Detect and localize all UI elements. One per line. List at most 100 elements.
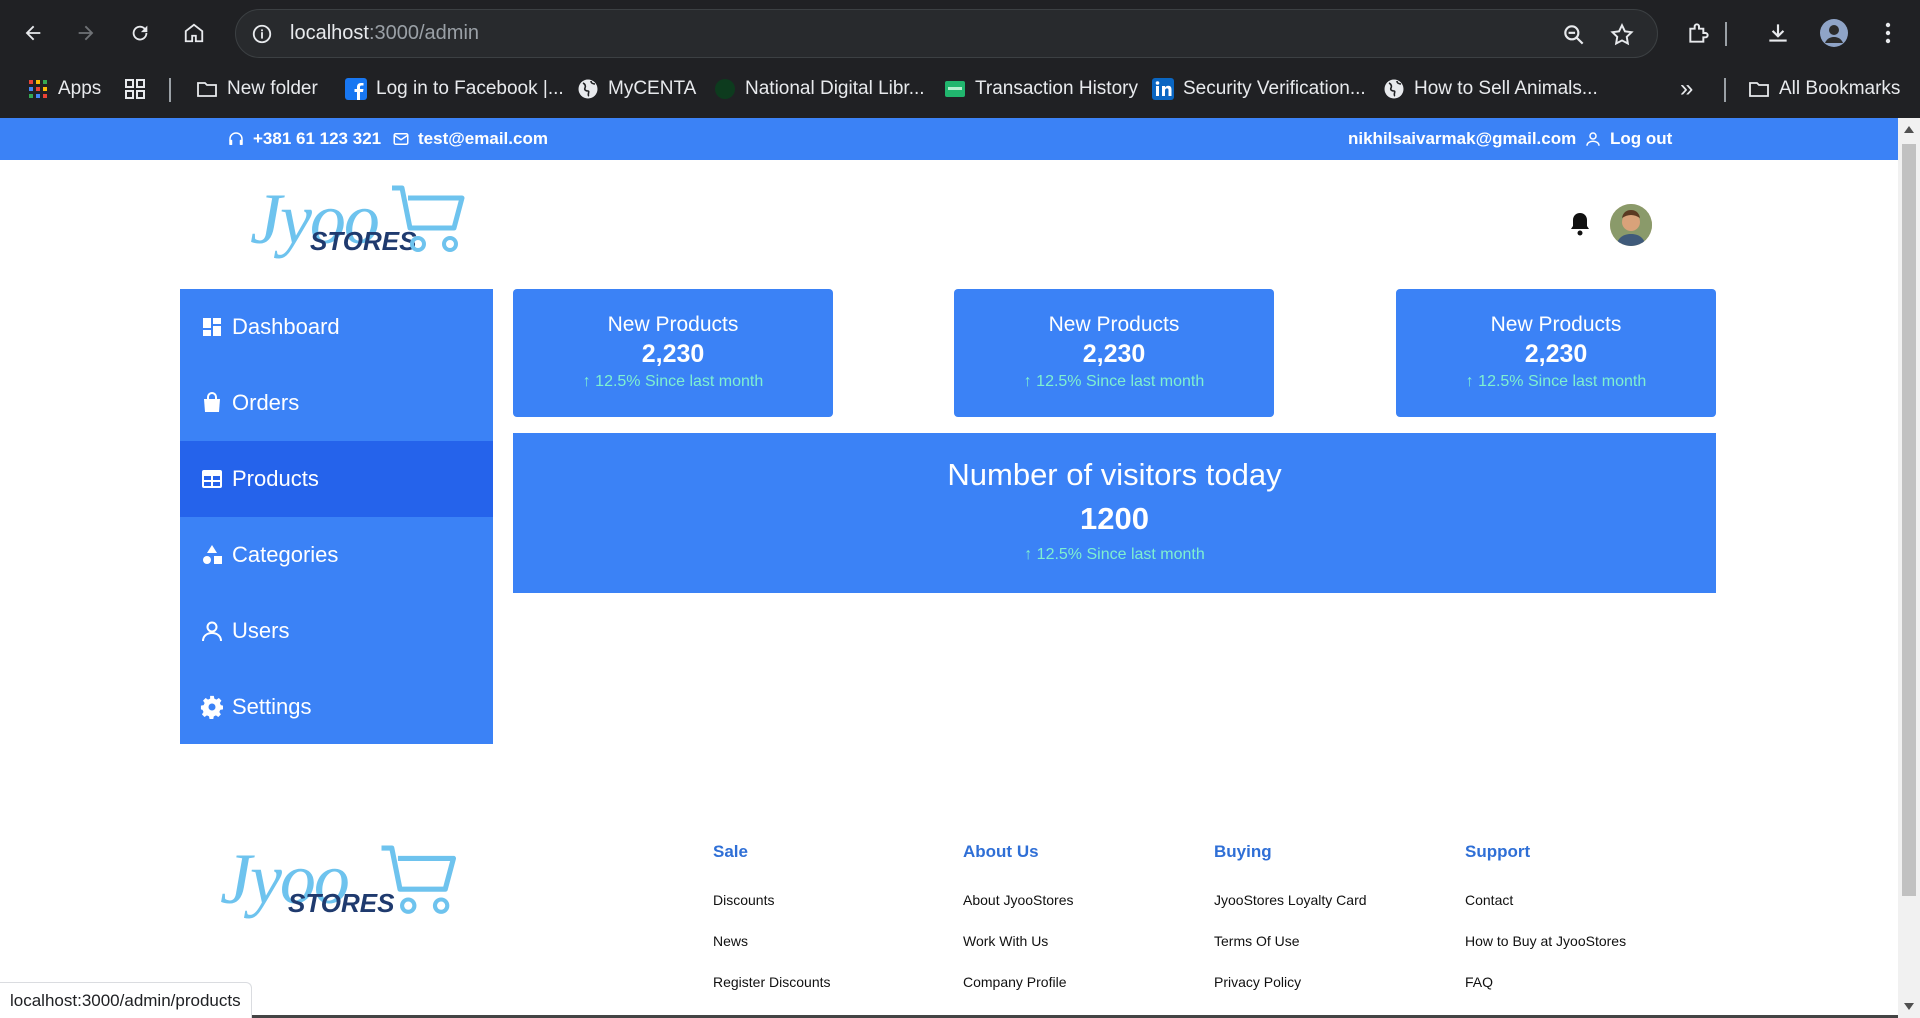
- sidebar-item-orders[interactable]: Orders: [180, 365, 493, 441]
- bookmark-label: How to Sell Animals...: [1414, 78, 1598, 99]
- sidebar-item-label: Dashboard: [232, 314, 340, 339]
- shopping-bag-icon: [204, 392, 220, 412]
- forward-arrow-icon: [78, 25, 94, 41]
- visitors-value: 1200: [1080, 501, 1149, 536]
- chrome-menu-button[interactable]: [1872, 17, 1904, 49]
- url-path: :3000/admin: [368, 22, 480, 44]
- address-bar[interactable]: localhost:3000/admin: [235, 9, 1658, 58]
- linkedin-icon: [1152, 78, 1174, 100]
- folder-icon: [1749, 82, 1769, 97]
- bookmark-mycenta[interactable]: MyCENTA: [577, 76, 696, 102]
- avatar[interactable]: [1610, 204, 1652, 246]
- footer-link[interactable]: Register Discounts: [713, 974, 831, 990]
- puzzle-icon: [1689, 23, 1709, 43]
- footer-link[interactable]: Privacy Policy: [1214, 974, 1301, 990]
- folder-icon: [197, 82, 217, 97]
- stat-value: 2,230: [641, 340, 705, 368]
- footer-column-about: About Us About JyooStores Work With Us C…: [963, 842, 1074, 990]
- kebab-menu-icon: [1885, 22, 1891, 44]
- back-button[interactable]: [17, 17, 49, 49]
- footer-heading: About Us: [963, 842, 1039, 861]
- bookmark-transaction-history[interactable]: Transaction History: [944, 76, 1138, 102]
- bookmark-tab-groups[interactable]: [124, 76, 146, 102]
- shapes-icon: [203, 545, 222, 564]
- bookmarks-bar: Apps New folder Log in to Facebook |... …: [0, 70, 1920, 107]
- visitors-card: Number of visitors today 1200 ↑ 12.5% Si…: [513, 433, 1716, 593]
- stat-value: 2,230: [1082, 340, 1146, 368]
- footer-column-support: Support Contact How to Buy at JyooStores…: [1465, 842, 1626, 990]
- extensions-button[interactable]: [1683, 17, 1715, 49]
- table-icon: [202, 470, 222, 488]
- reload-button[interactable]: [124, 17, 156, 49]
- footer-link[interactable]: Work With Us: [963, 933, 1048, 949]
- bookmark-apps[interactable]: Apps: [27, 76, 101, 102]
- footer-link[interactable]: News: [713, 933, 748, 949]
- bookmark-label: Transaction History: [975, 78, 1138, 99]
- footer-link[interactable]: JyooStores Loyalty Card: [1214, 892, 1367, 908]
- url-host: localhost: [290, 22, 369, 44]
- page-scrollbar[interactable]: [1898, 118, 1920, 1018]
- sidebar-item-categories[interactable]: Categories: [180, 517, 493, 593]
- stat-label: New Products: [1048, 313, 1180, 336]
- site-info-icon[interactable]: [251, 23, 273, 45]
- home-button[interactable]: [178, 17, 210, 49]
- footer-logo[interactable]: Jyoo STORES: [220, 838, 460, 928]
- scroll-thumb[interactable]: [1902, 144, 1916, 896]
- footer-link[interactable]: FAQ: [1465, 974, 1493, 990]
- sidebar-item-users[interactable]: Users: [180, 593, 493, 669]
- phone-contact[interactable]: +381 61 123 321: [227, 129, 381, 149]
- bookmark-label: Security Verification...: [1183, 78, 1366, 99]
- stat-change: ↑ 12.5% Since last month: [1465, 373, 1647, 390]
- tab-groups-icon: [125, 79, 145, 99]
- footer-link[interactable]: Terms Of Use: [1214, 933, 1300, 949]
- sheet-icon: [945, 81, 965, 97]
- sidebar-item-products[interactable]: Products: [180, 441, 493, 517]
- stat-change: ↑ 12.5% Since last month: [582, 373, 764, 390]
- dashboard-icon: [203, 318, 221, 336]
- stat-card: New Products 2,230 ↑ 12.5% Since last mo…: [954, 289, 1274, 417]
- stat-card: New Products 2,230 ↑ 12.5% Since last mo…: [513, 289, 833, 417]
- email-contact[interactable]: test@email.com: [392, 129, 548, 149]
- bookmark-label: All Bookmarks: [1779, 78, 1901, 99]
- bookmark-facebook[interactable]: Log in to Facebook |...: [345, 76, 564, 102]
- profile-button[interactable]: [1818, 17, 1850, 49]
- sidebar-item-settings[interactable]: Settings: [180, 669, 493, 745]
- apps-grid-icon: [29, 80, 47, 98]
- scroll-down-icon[interactable]: [1904, 1003, 1914, 1010]
- toolbar-divider: [1725, 22, 1727, 46]
- bookmark-linkedin[interactable]: Security Verification...: [1152, 76, 1366, 102]
- user-email: nikhilsaivarmak@gmail.com: [1348, 129, 1576, 149]
- scroll-up-icon[interactable]: [1904, 126, 1914, 133]
- footer-heading: Support: [1465, 842, 1531, 861]
- bookmark-ndl[interactable]: National Digital Libr...: [714, 76, 925, 102]
- footer-column-sale: Sale Discounts News Register Discounts: [713, 842, 831, 990]
- bookmarks-overflow-button[interactable]: »: [1680, 75, 1694, 102]
- footer-link[interactable]: Contact: [1465, 892, 1513, 908]
- bell-icon[interactable]: [1568, 211, 1592, 237]
- footer-link[interactable]: How to Buy at JyooStores: [1465, 933, 1626, 949]
- chevron-double-right-icon: »: [1680, 75, 1694, 102]
- phone-number: +381 61 123 321: [253, 129, 382, 148]
- url-text: localhost:3000/admin: [290, 22, 479, 45]
- bookmark-star-icon[interactable]: [1609, 22, 1635, 48]
- jyoo-stores-logo[interactable]: Jyoo STORES: [250, 178, 465, 268]
- headphones-icon: [229, 132, 243, 145]
- user-outline-icon: [1586, 132, 1600, 146]
- forward-button[interactable]: [70, 17, 102, 49]
- zoom-icon[interactable]: [1561, 22, 1587, 48]
- downloads-button[interactable]: [1762, 17, 1794, 49]
- footer-link[interactable]: Company Profile: [963, 974, 1067, 990]
- sidebar-item-label: Categories: [232, 542, 339, 567]
- shopping-cart-icon: [392, 185, 465, 252]
- footer-link[interactable]: About JyooStores: [963, 892, 1074, 908]
- all-bookmarks-button[interactable]: All Bookmarks: [1748, 76, 1900, 102]
- logout-button[interactable]: Log out: [1584, 129, 1672, 149]
- user-email-text: nikhilsaivarmak@gmail.com: [1348, 129, 1577, 148]
- download-icon: [1769, 24, 1787, 42]
- stat-label: New Products: [1490, 313, 1622, 336]
- sidebar-item-dashboard[interactable]: Dashboard: [180, 289, 493, 365]
- bookmark-sell-animals[interactable]: How to Sell Animals...: [1383, 76, 1598, 102]
- bookmark-new-folder[interactable]: New folder: [196, 76, 318, 102]
- facebook-icon: [345, 78, 367, 100]
- footer-link[interactable]: Discounts: [713, 892, 774, 908]
